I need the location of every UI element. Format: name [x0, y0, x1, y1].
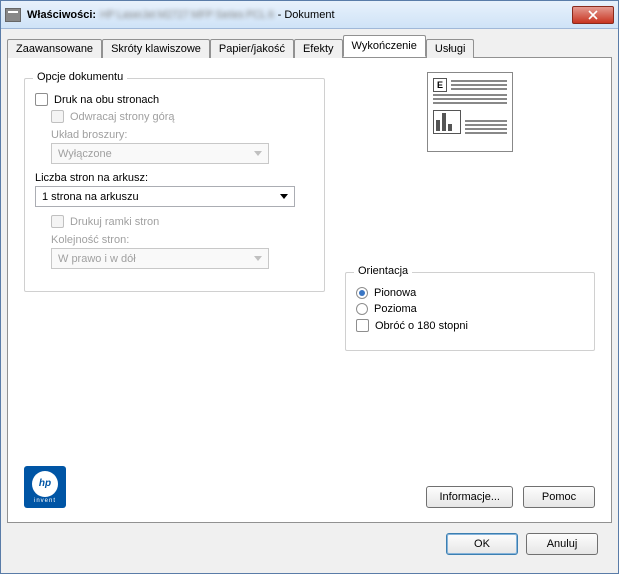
label-page-order: Kolejność stron:: [51, 234, 314, 246]
label-rotate: Obróć o 180 stopni: [375, 320, 468, 332]
tab-panel-wykonczenie: Opcje dokumentu Druk na obu stronach Odw…: [7, 57, 612, 523]
label-landscape: Pozioma: [374, 303, 417, 315]
label-borders: Drukuj ramki stron: [70, 216, 159, 228]
chevron-down-icon[interactable]: [276, 188, 292, 205]
row-borders: Drukuj ramki stron: [51, 215, 314, 228]
title-device: HP LaserJet M2727 MFP Series PCL 6: [100, 9, 274, 21]
group-title-orientacja: Orientacja: [354, 265, 412, 277]
hp-logo-text: hp: [32, 471, 58, 497]
preview-chart-icon: [433, 110, 461, 134]
properties-dialog: Właściwości: HP LaserJet M2727 MFP Serie…: [0, 0, 619, 574]
combo-pages-per-sheet[interactable]: 1 strona na arkuszu: [35, 186, 295, 207]
radio-landscape[interactable]: [356, 303, 368, 315]
label-portrait: Pionowa: [374, 287, 416, 299]
window-title: Właściwości: HP LaserJet M2727 MFP Serie…: [27, 9, 572, 21]
chevron-down-icon: [250, 250, 266, 267]
row-flip: Odwracaj strony górą: [51, 110, 314, 123]
window-icon: [5, 8, 21, 22]
checkbox-rotate[interactable]: [356, 319, 369, 332]
chevron-down-icon: [250, 145, 266, 162]
label-pages-per-sheet: Liczba stron na arkusz:: [35, 172, 314, 184]
label-flip: Odwracaj strony górą: [70, 111, 175, 123]
row-landscape[interactable]: Pozioma: [356, 303, 584, 315]
combo-booklet: Wyłączone: [51, 143, 269, 164]
group-orientacja: Orientacja Pionowa Pozioma Obróć o 180 s…: [345, 272, 595, 351]
info-button[interactable]: Informacje...: [426, 486, 513, 508]
combo-order-value: W prawo i w dół: [58, 253, 250, 265]
titlebar[interactable]: Właściwości: HP LaserJet M2727 MFP Serie…: [1, 1, 618, 29]
radio-portrait[interactable]: [356, 287, 368, 299]
tab-papier[interactable]: Papier/jakość: [210, 39, 294, 58]
title-suffix: - Dokument: [278, 9, 335, 21]
tab-skroty[interactable]: Skróty klawiszowe: [102, 39, 210, 58]
page-preview: E: [427, 72, 513, 152]
close-button[interactable]: [572, 6, 614, 24]
combo-pages-value: 1 strona na arkuszu: [42, 191, 276, 203]
client-area: Zaawansowane Skróty klawiszowe Papier/ja…: [1, 29, 618, 573]
preview-letter-icon: E: [433, 78, 447, 92]
hp-logo-sub: invent: [34, 498, 56, 504]
group-title-opcje: Opcje dokumentu: [33, 71, 127, 83]
label-booklet: Układ broszury:: [51, 129, 314, 141]
row-duplex[interactable]: Druk na obu stronach: [35, 93, 314, 106]
combo-page-order: W prawo i w dół: [51, 248, 269, 269]
combo-booklet-value: Wyłączone: [58, 148, 250, 160]
tab-uslugi[interactable]: Usługi: [426, 39, 475, 58]
hp-logo: hp invent: [24, 466, 66, 508]
label-duplex: Druk na obu stronach: [54, 94, 159, 106]
cancel-button[interactable]: Anuluj: [526, 533, 598, 555]
ok-button[interactable]: OK: [446, 533, 518, 555]
tab-efekty[interactable]: Efekty: [294, 39, 343, 58]
tab-strip: Zaawansowane Skróty klawiszowe Papier/ja…: [7, 35, 612, 57]
help-button[interactable]: Pomoc: [523, 486, 595, 508]
row-portrait[interactable]: Pionowa: [356, 287, 584, 299]
dialog-footer: OK Anuluj: [7, 523, 612, 567]
checkbox-flip: [51, 110, 64, 123]
title-prefix: Właściwości:: [27, 9, 96, 21]
close-icon: [588, 10, 598, 20]
checkbox-duplex[interactable]: [35, 93, 48, 106]
checkbox-borders: [51, 215, 64, 228]
logo-row: hp invent Informacje... Pomoc: [24, 466, 595, 508]
tab-zaawansowane[interactable]: Zaawansowane: [7, 39, 102, 58]
row-rotate[interactable]: Obróć o 180 stopni: [356, 319, 584, 332]
group-opcje-dokumentu: Opcje dokumentu Druk na obu stronach Odw…: [24, 78, 325, 292]
tab-wykonczenie[interactable]: Wykończenie: [343, 35, 426, 57]
